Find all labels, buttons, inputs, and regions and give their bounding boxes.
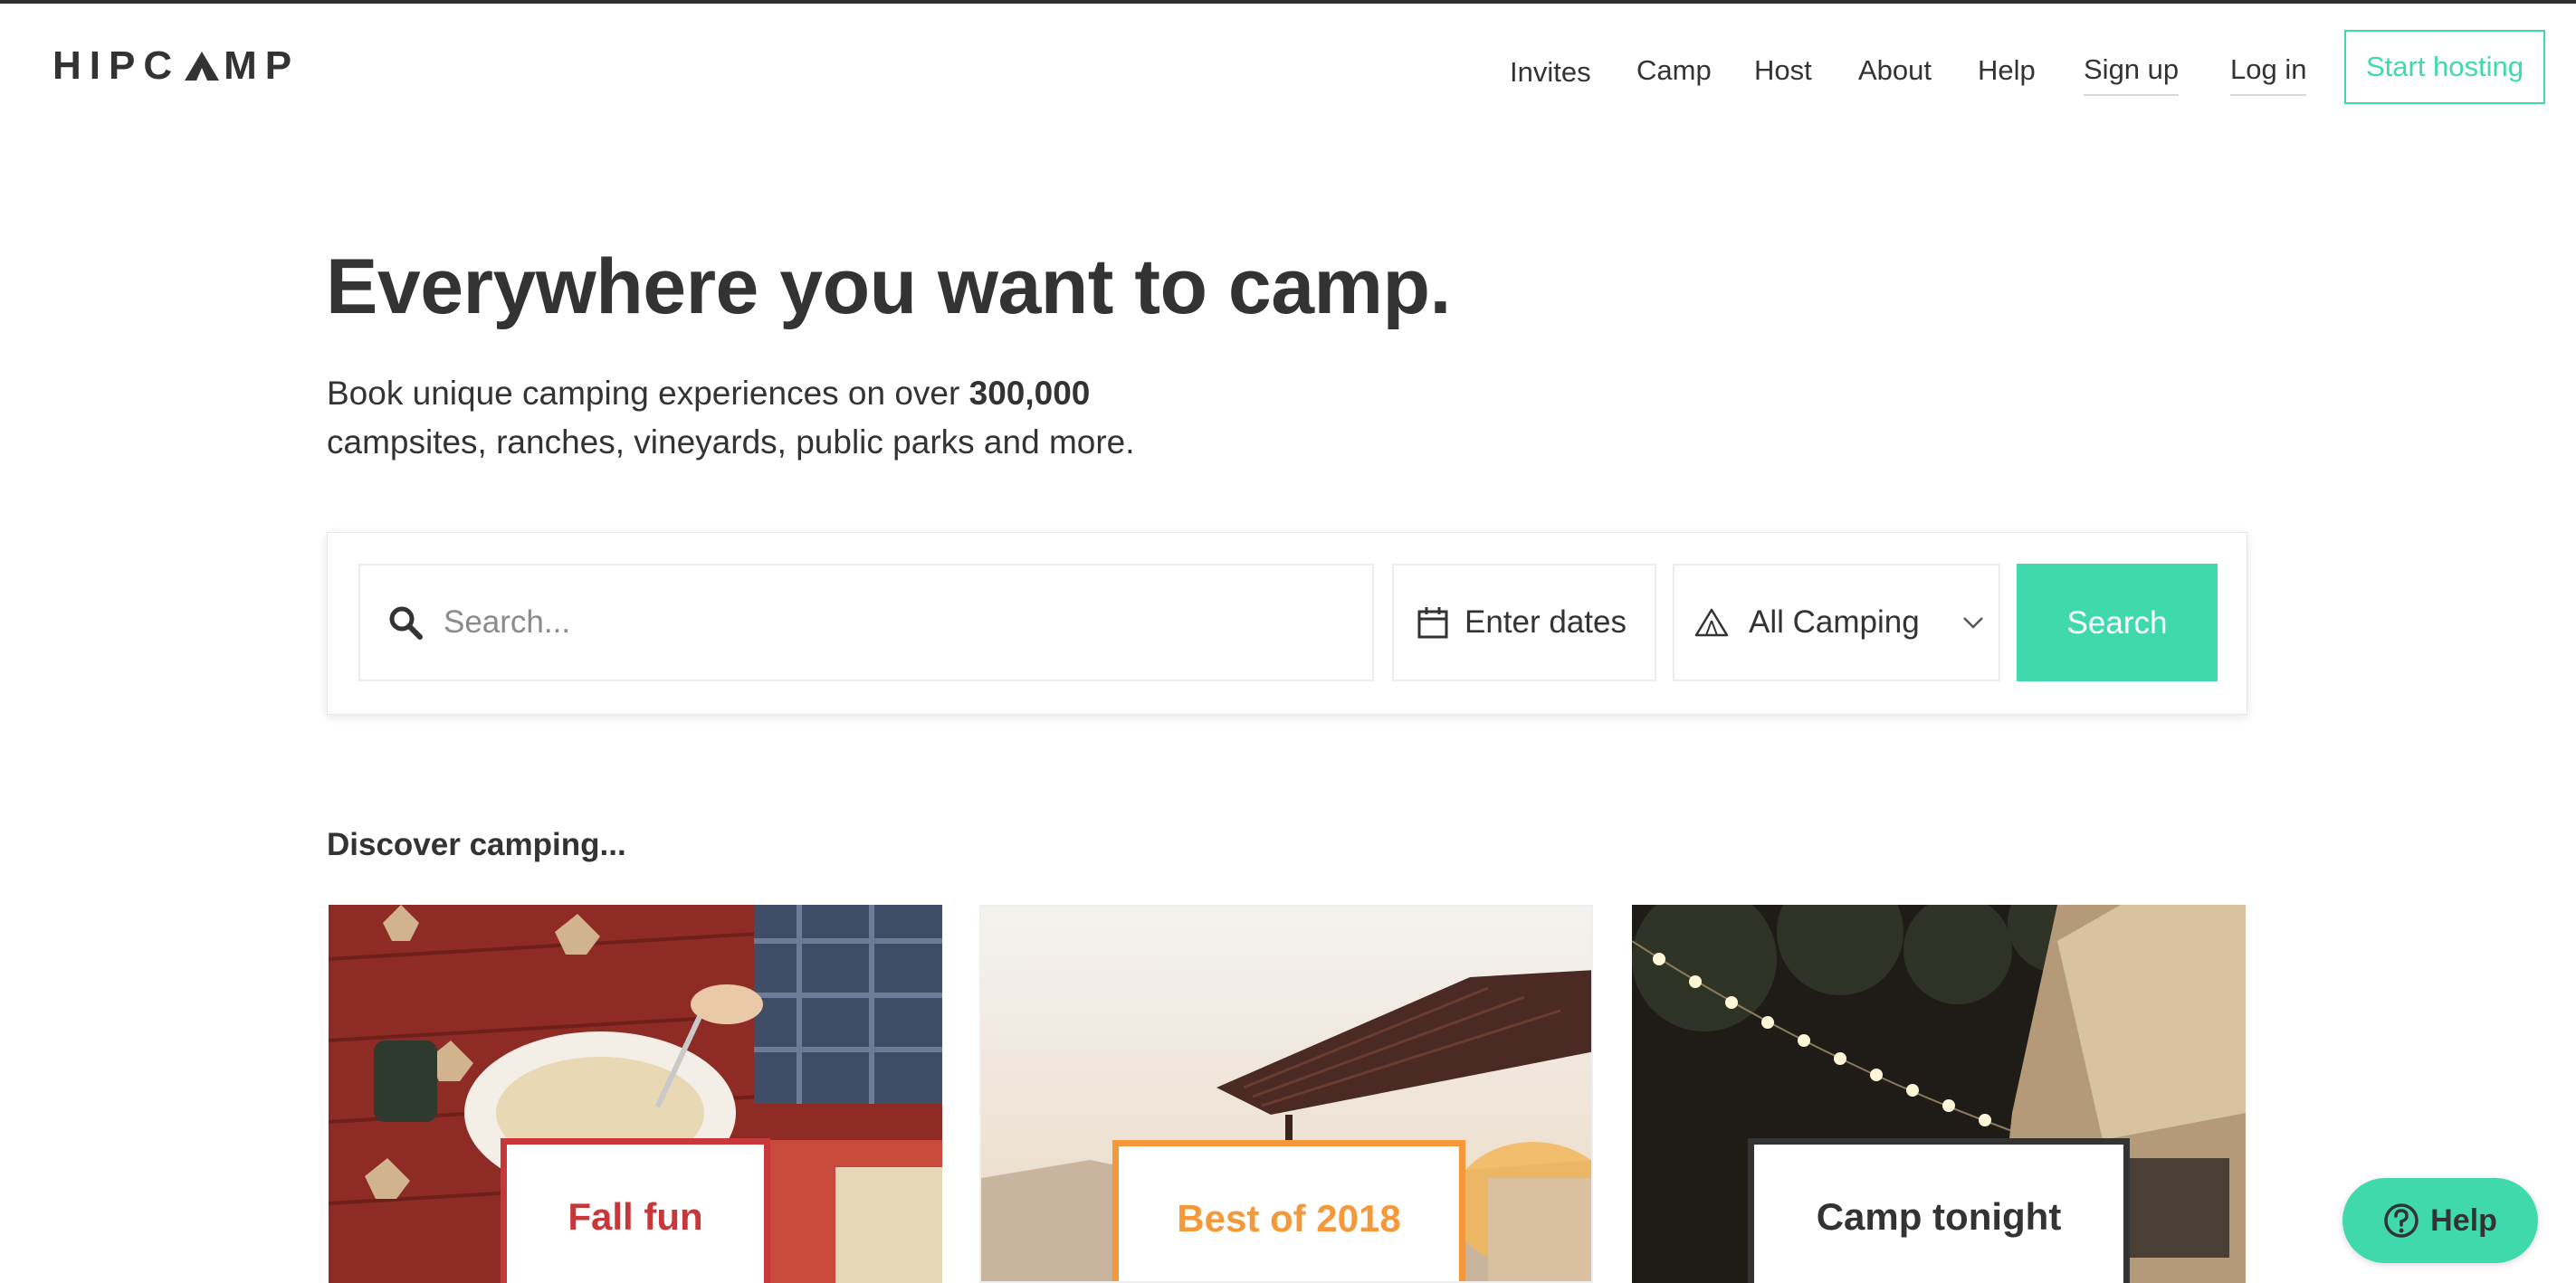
fall-fun-label: Fall fun: [501, 1138, 770, 1283]
camping-type-select[interactable]: All Camping: [1673, 564, 2000, 681]
start-hosting-button[interactable]: Start hosting: [2344, 30, 2545, 104]
nav-help[interactable]: Help: [1978, 47, 2036, 94]
nav-log-in[interactable]: Log in: [2230, 47, 2307, 96]
hero-subtitle-prefix: Book unique camping experiences on over: [327, 375, 969, 412]
nav-camp[interactable]: Camp: [1636, 47, 1712, 94]
search-button[interactable]: Search: [2017, 564, 2218, 681]
hipcamp-logo[interactable]: HIPC MP: [52, 43, 301, 88]
camp-tonight-label: Camp tonight: [1748, 1138, 2130, 1283]
dates-field[interactable]: Enter dates: [1392, 564, 1656, 681]
nav-sign-up[interactable]: Sign up: [2084, 47, 2180, 96]
discover-card-camp-tonight[interactable]: Camp tonight: [1632, 905, 2246, 1283]
chevron-down-icon: [1962, 615, 1984, 630]
calendar-icon: [1417, 606, 1448, 639]
search-field[interactable]: [358, 564, 1374, 681]
top-border: [0, 0, 2576, 4]
discover-heading: Discover camping...: [327, 827, 626, 862]
logo-peak-icon: [185, 52, 220, 81]
camping-type-value: All Camping: [1749, 604, 1920, 640]
hero-subtitle: Book unique camping experiences on over …: [327, 369, 1277, 467]
best-of-2018-label: Best of 2018: [1112, 1140, 1465, 1281]
search-input[interactable]: [444, 565, 1372, 680]
search-panel: Enter dates All Camping Search: [327, 532, 2247, 715]
help-button[interactable]: Help: [2342, 1178, 2538, 1263]
question-circle-icon: [2383, 1202, 2419, 1239]
discover-card-fall-fun[interactable]: Fall fun: [329, 905, 942, 1283]
discover-card-best-of-2018[interactable]: Best of 2018: [979, 905, 1593, 1283]
nav-invites[interactable]: Invites: [1510, 49, 1591, 96]
search-icon: [387, 604, 424, 641]
nav-about[interactable]: About: [1858, 47, 1932, 94]
hero-subtitle-count: 300,000: [968, 375, 1091, 412]
hero-subtitle-suffix: campsites, ranches, vineyards, public pa…: [327, 423, 1135, 461]
logo-text-right: MP: [224, 43, 301, 88]
nav-host[interactable]: Host: [1754, 47, 1812, 94]
help-label: Help: [2430, 1202, 2497, 1238]
tent-icon: [1694, 607, 1729, 638]
page-title: Everywhere you want to camp.: [326, 243, 1451, 330]
logo-text-left: HIPC: [52, 43, 181, 88]
dates-label: Enter dates: [1465, 604, 1627, 640]
